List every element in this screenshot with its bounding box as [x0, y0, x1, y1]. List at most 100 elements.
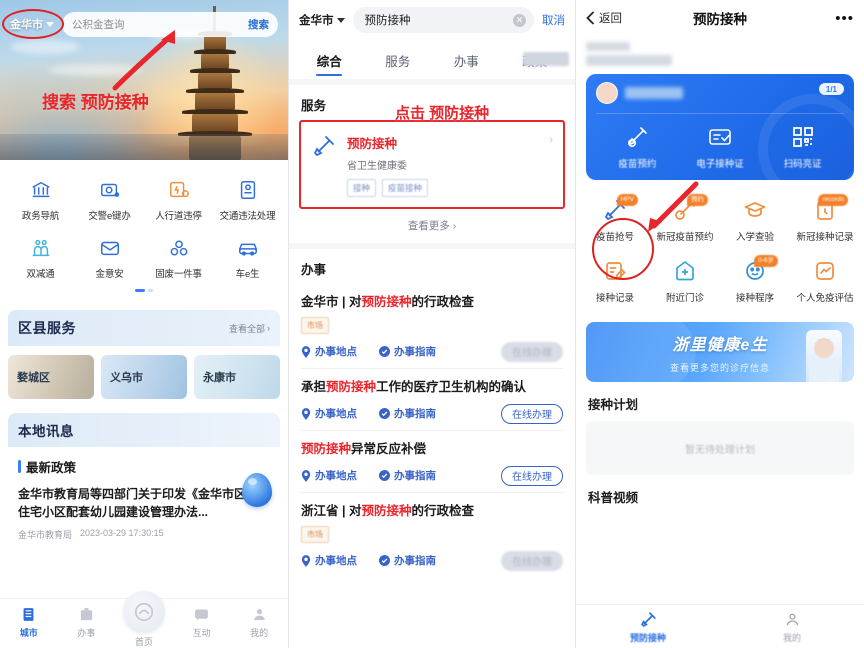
- district-card-2[interactable]: 永康市: [194, 355, 280, 399]
- search-input[interactable]: 预防接种 ✕: [352, 7, 534, 33]
- annotation-arrow: [648, 181, 699, 232]
- result-tabs: 综合 服务 办事 政策: [289, 40, 575, 79]
- tab-label: 办事: [453, 55, 479, 69]
- affair-item[interactable]: 浙江省 | 对预防接种的行政检查 市场 办事地点 办事指南 在线办理: [289, 493, 575, 577]
- card-action-scan-qr[interactable]: 扫码亮证: [761, 124, 844, 170]
- tab-profile[interactable]: 我的: [720, 609, 864, 648]
- feature-vaccination-schedule[interactable]: 0-6岁 接种程序: [720, 251, 790, 312]
- back-button[interactable]: 返回: [586, 10, 656, 26]
- affair-location-link[interactable]: 办事地点: [301, 406, 357, 421]
- card-action-vaccine-booking[interactable]: 疫苗预约: [596, 124, 679, 170]
- affair-item[interactable]: 预防接种异常反应补偿 办事地点 办事指南 在线办理: [289, 431, 575, 492]
- app-item-6[interactable]: 固废一件事: [144, 230, 213, 288]
- feature-immunity-assessment[interactable]: 个人免疫评估: [790, 251, 860, 312]
- online-handle-button[interactable]: 在线办理: [501, 465, 563, 486]
- affair-location-link[interactable]: 办事地点: [301, 344, 357, 359]
- tab-home[interactable]: 首页: [115, 591, 173, 648]
- check-circle-icon: [379, 555, 390, 566]
- feature-nearby-clinic[interactable]: 附近门诊: [650, 251, 720, 312]
- affair-item[interactable]: 承担预防接种工作的医疗卫生机构的确认 办事地点 办事指南 在线办理: [289, 369, 575, 430]
- card-action-certificate[interactable]: 电子接种证: [679, 124, 762, 170]
- baby-face-icon: 0-6岁: [720, 255, 790, 285]
- news-headline: 金华市教育局等四部门关于印发《金华市区城镇住宅小区配套幼儿园建设管理办法...: [18, 487, 271, 519]
- blurred-user-banner: [576, 36, 864, 70]
- cancel-button[interactable]: 取消: [542, 12, 565, 28]
- app-bottom-tabbar: 预防接种 我的: [576, 604, 864, 648]
- policy-label: 最新政策: [26, 461, 77, 475]
- search-button[interactable]: 搜索: [248, 17, 269, 32]
- city-selector[interactable]: 金华市: [299, 12, 345, 28]
- online-handle-button[interactable]: 在线办理: [501, 403, 563, 424]
- tab-city[interactable]: 城市: [0, 604, 58, 639]
- app-item-4[interactable]: 双减通: [6, 230, 75, 288]
- affair-guide-link[interactable]: 办事指南: [379, 406, 436, 421]
- district-section-title: 区县服务: [18, 320, 76, 336]
- affair-guide-link[interactable]: 办事指南: [379, 468, 436, 483]
- affair-title-highlight: 预防接种: [361, 504, 412, 518]
- app-item-2[interactable]: 人行道违停: [144, 172, 213, 230]
- chevron-left-icon: [586, 11, 595, 25]
- app-item-3[interactable]: 交通违法处理: [213, 172, 282, 230]
- feature-school-check[interactable]: 入学查验: [720, 190, 790, 251]
- tab-services[interactable]: 办事: [58, 604, 116, 639]
- tab-overview[interactable]: 综合: [295, 44, 364, 79]
- affair-location-link[interactable]: 办事地点: [301, 468, 357, 483]
- back-label: 返回: [599, 13, 622, 25]
- app-item-5[interactable]: 金意安: [75, 230, 144, 288]
- online-handle-button[interactable]: 在线办理: [501, 550, 563, 571]
- feature-label: 个人免疫评估: [796, 293, 854, 304]
- affair-item[interactable]: 金华市 | 对预防接种的行政检查 市场 办事地点 办事指南 在线办理: [289, 284, 575, 368]
- district-card-0[interactable]: 婺城区: [8, 355, 94, 399]
- online-handle-button[interactable]: 在线办理: [501, 341, 563, 362]
- city-selector[interactable]: 金华市: [10, 16, 54, 32]
- police-camera-icon: [75, 177, 144, 203]
- education-icon: [6, 235, 75, 261]
- app-item-1[interactable]: 交警e键办: [75, 172, 144, 230]
- health-banner[interactable]: 浙里健康e生 查看更多您的诊疗信息: [586, 322, 854, 382]
- feature-covid-records[interactable]: records 新冠接种记录: [790, 190, 860, 251]
- tab-profile[interactable]: 我的: [230, 604, 288, 639]
- app-label: 政务导航: [21, 211, 60, 222]
- tab-label: 预防接种: [629, 633, 666, 643]
- qr-code-icon: [761, 124, 844, 150]
- card-action-label: 电子接种证: [696, 159, 744, 170]
- home-icon: [122, 591, 165, 633]
- tab-service[interactable]: 服务: [364, 44, 433, 79]
- chevron-right-icon: ›: [549, 134, 553, 146]
- service-tag-list: 接种 疫苗接种: [347, 179, 539, 197]
- tab-label: 我的: [250, 628, 269, 638]
- affair-guide-link[interactable]: 办事指南: [379, 344, 436, 359]
- tab-affairs[interactable]: 办事: [432, 44, 501, 79]
- affair-guide-link[interactable]: 办事指南: [379, 553, 436, 568]
- feature-row: HPV 疫苗抢号 预约 新冠疫苗预约 入学查验 records 新冠接种记录: [580, 190, 860, 251]
- news-card[interactable]: 最新政策 金华市教育局等四部门关于印发《金华市区城镇住宅小区配套幼儿园建设管理办…: [8, 447, 280, 547]
- view-more-link[interactable]: 查看更多 ›: [289, 209, 575, 243]
- feature-vaccination-records[interactable]: 接种记录: [580, 251, 650, 312]
- clear-icon[interactable]: ✕: [513, 13, 526, 27]
- feature-badge: HPV: [616, 194, 638, 206]
- tab-vaccination[interactable]: 预防接种: [576, 609, 720, 648]
- tab-interact[interactable]: 互动: [173, 604, 231, 639]
- app-label: 金意安: [95, 269, 124, 280]
- person-icon: [230, 604, 288, 624]
- skyline: [0, 134, 288, 160]
- district-view-all[interactable]: 查看全部 ›: [229, 322, 270, 335]
- affair-location-link[interactable]: 办事地点: [301, 553, 357, 568]
- more-menu-icon[interactable]: •••: [784, 11, 854, 26]
- district-view-all-label: 查看全部: [228, 323, 265, 334]
- app-label: 双减通: [26, 269, 55, 280]
- news-source: 金华市教育局: [18, 530, 73, 540]
- water-drop-icon: [242, 473, 272, 507]
- service-result-card[interactable]: 预防接种 省卫生健康委 接种 疫苗接种 ›: [299, 120, 565, 209]
- certificate-icon: [679, 124, 762, 150]
- affair-title-prefix: 浙江省 | 对: [301, 504, 362, 518]
- carousel-dots[interactable]: [6, 288, 282, 298]
- app-item-0[interactable]: 政务导航: [6, 172, 75, 230]
- district-card-1[interactable]: 义乌市: [101, 355, 187, 399]
- affair-badge: 市场: [301, 526, 329, 543]
- cloud-icon: [10, 40, 80, 54]
- service-name: 预防接种: [347, 137, 398, 151]
- app-item-7[interactable]: 车e生: [213, 230, 282, 288]
- search-header: 金华市 预防接种 ✕ 取消: [289, 0, 575, 40]
- traffic-ticket-icon: [213, 177, 282, 203]
